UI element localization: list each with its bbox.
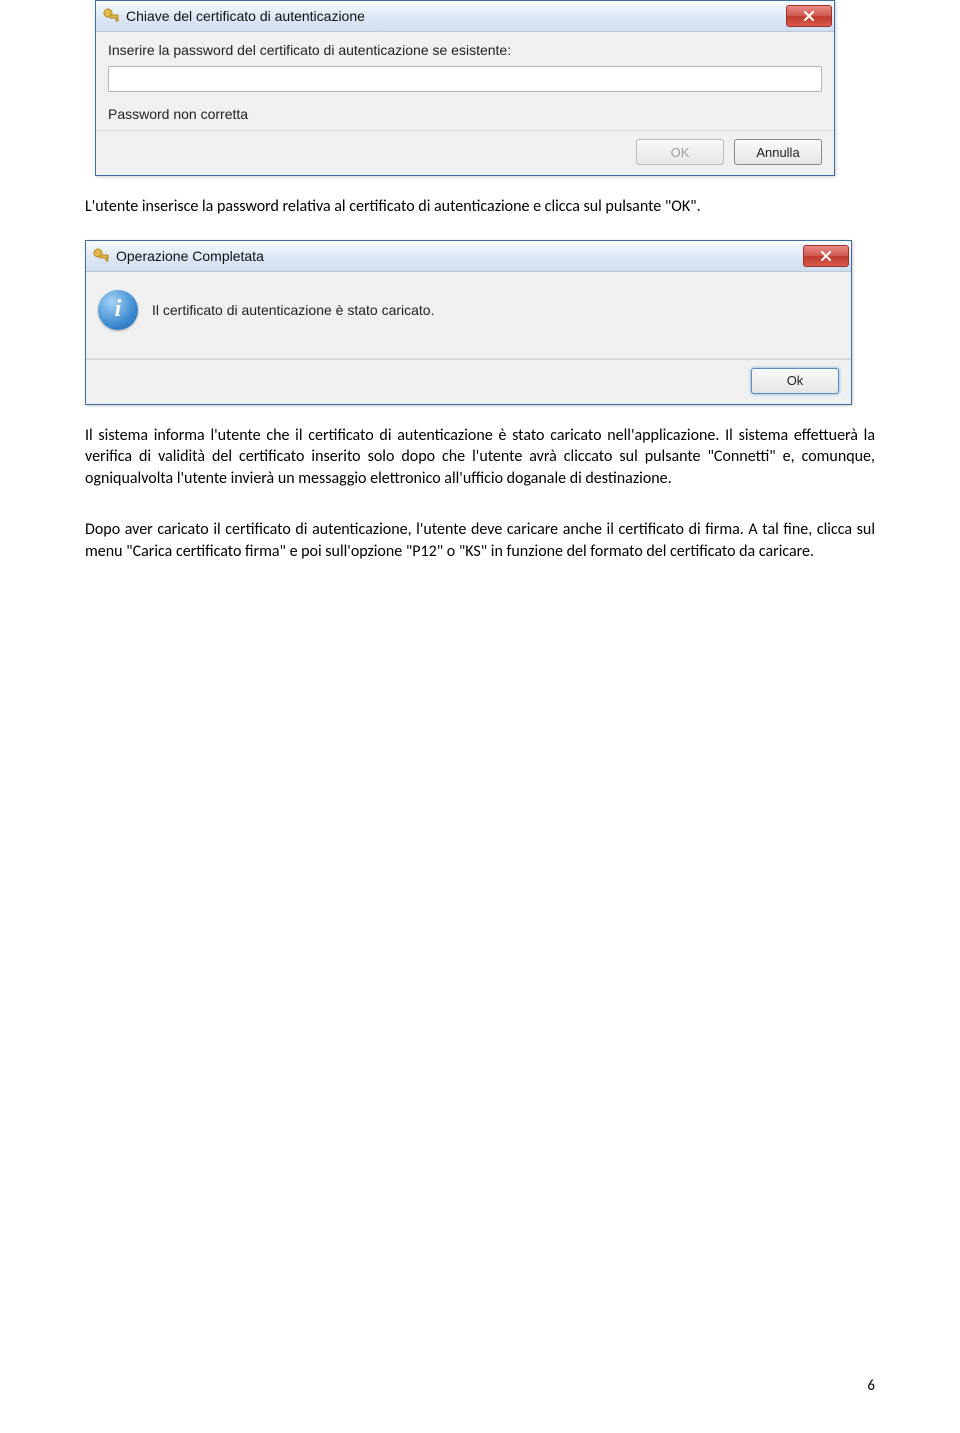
cancel-button[interactable]: Annulla xyxy=(734,139,822,165)
ok-button[interactable]: OK xyxy=(636,139,724,165)
password-input[interactable] xyxy=(108,66,822,92)
dialog-body: Inserire la password del certificato di … xyxy=(96,32,834,130)
key-icon xyxy=(92,247,110,265)
prompt-label: Inserire la password del certificato di … xyxy=(108,42,822,58)
dialog-footer: Ok xyxy=(86,359,851,404)
password-dialog: Chiave del certificato di autenticazione… xyxy=(95,0,835,176)
info-dialog: Operazione Completata i Il certificato d… xyxy=(85,240,852,405)
titlebar: Chiave del certificato di autenticazione xyxy=(96,1,834,32)
ok-button[interactable]: Ok xyxy=(751,368,839,394)
titlebar: Operazione Completata xyxy=(86,241,851,272)
info-icon: i xyxy=(98,290,138,330)
body-paragraph-2: Il sistema informa l'utente che il certi… xyxy=(85,425,875,490)
error-message: Password non corretta xyxy=(108,106,822,122)
info-message: Il certificato di autenticazione è stato… xyxy=(152,302,434,318)
key-icon xyxy=(102,7,120,25)
dialog-title: Chiave del certificato di autenticazione xyxy=(126,8,786,24)
close-button[interactable] xyxy=(803,245,849,267)
dialog-title: Operazione Completata xyxy=(116,248,803,264)
close-button[interactable] xyxy=(786,5,832,27)
page-number: 6 xyxy=(867,1377,875,1395)
dialog-footer: OK Annulla xyxy=(96,130,834,175)
body-paragraph-3: Dopo aver caricato il certificato di aut… xyxy=(85,519,875,562)
dialog-body: i Il certificato di autenticazione è sta… xyxy=(86,272,851,359)
body-paragraph-1: L'utente inserisce la password relativa … xyxy=(85,196,875,218)
